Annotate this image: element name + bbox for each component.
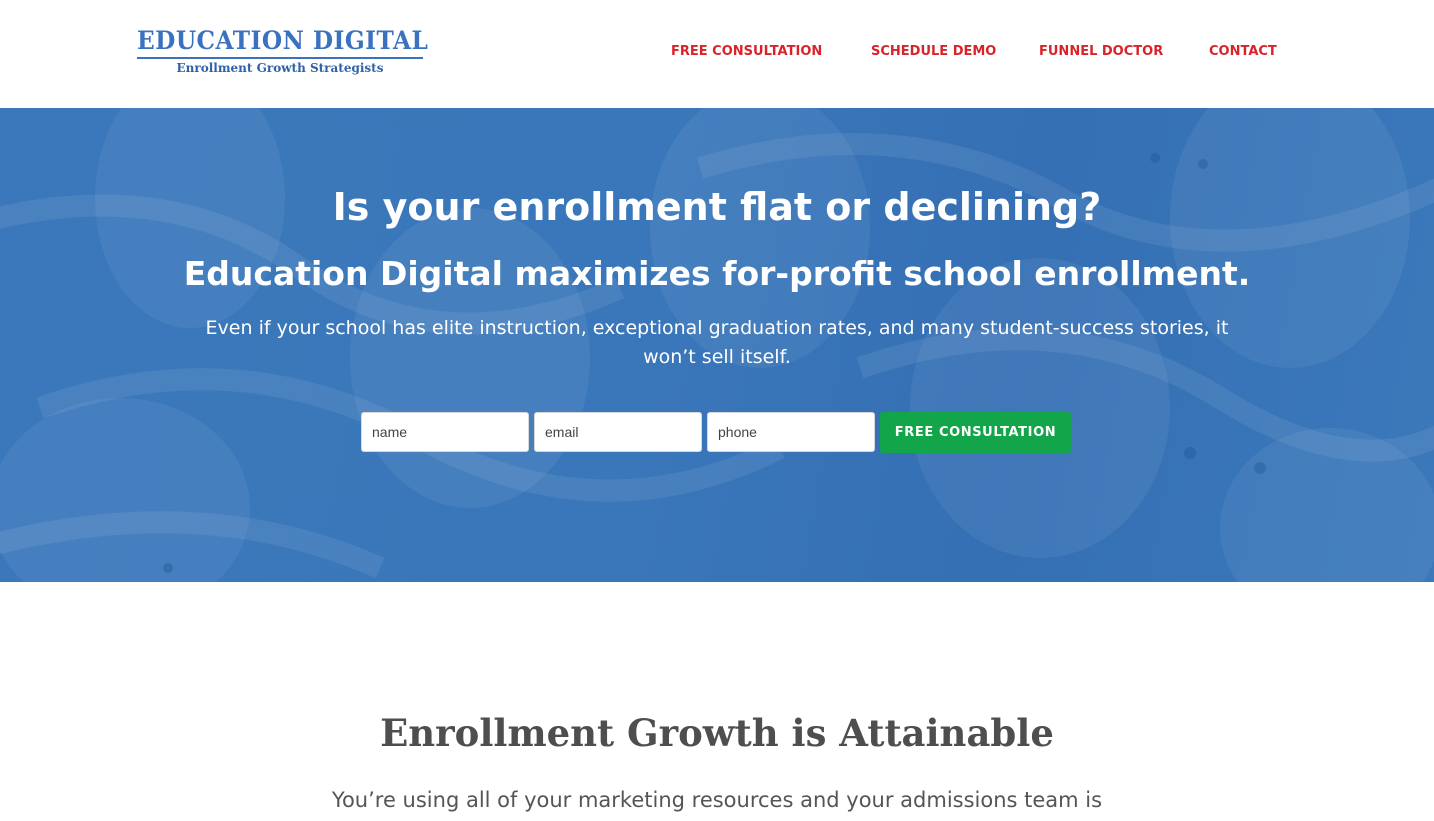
- section-text: You’re using all of your marketing resou…: [331, 788, 1103, 812]
- consultation-form: FREE CONSULTATION: [361, 412, 1071, 453]
- nav-free-consultation[interactable]: FREE CONSULTATION: [671, 42, 822, 62]
- section-title: Enrollment Growth is Attainable: [380, 711, 1054, 755]
- nav-funnel-doctor[interactable]: FUNNEL DOCTOR: [1039, 42, 1163, 62]
- hero-subtitle: Education Digital maximizes for-profit s…: [183, 254, 1251, 293]
- email-input[interactable]: [534, 412, 702, 452]
- main-nav: FREE CONSULTATION SCHEDULE DEMO FUNNEL D…: [0, 42, 1434, 62]
- name-input[interactable]: [361, 412, 529, 452]
- nav-contact[interactable]: CONTACT: [1209, 42, 1277, 62]
- logo-tagline: Enrollment Growth Strategists: [176, 61, 384, 75]
- hero-banner: Is your enrollment flat or declining? Ed…: [0, 108, 1434, 582]
- free-consultation-button[interactable]: FREE CONSULTATION: [880, 412, 1071, 453]
- hero-description: Even if your school has elite instructio…: [205, 317, 1229, 368]
- site-header: EDUCATION DIGITAL Enrollment Growth Stra…: [0, 0, 1434, 108]
- nav-schedule-demo[interactable]: SCHEDULE DEMO: [871, 42, 996, 62]
- hero-title: Is your enrollment flat or declining?: [332, 185, 1102, 229]
- phone-input[interactable]: [707, 412, 875, 452]
